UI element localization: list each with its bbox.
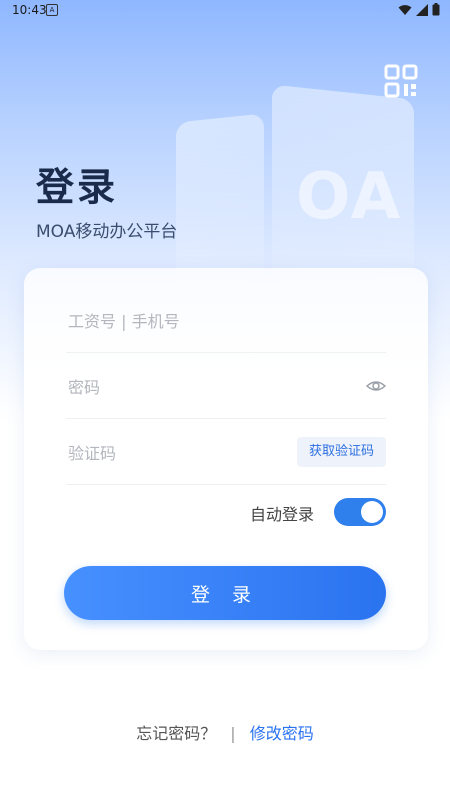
password-field-row xyxy=(66,354,386,420)
qr-code-icon xyxy=(384,64,418,98)
password-input[interactable] xyxy=(66,354,360,420)
decor-oa-text: OA xyxy=(296,160,403,234)
get-code-button[interactable]: 获取验证码 xyxy=(296,437,386,467)
status-time: 10:43 xyxy=(12,3,47,17)
page-title: 登录 xyxy=(36,165,119,209)
status-bar: 10:43 A xyxy=(0,0,450,22)
change-password-link[interactable]: 修改密码 xyxy=(250,724,314,743)
battery-icon xyxy=(432,3,440,16)
status-icons xyxy=(398,3,440,16)
code-field-row: 获取验证码 xyxy=(66,420,386,486)
decor-panel-left xyxy=(176,113,264,291)
toggle-knob xyxy=(361,501,383,523)
bottom-links: 忘记密码？ | 修改密码 xyxy=(0,720,450,744)
qr-code-button[interactable] xyxy=(384,64,418,98)
auto-login-label: 自动登录 xyxy=(250,505,315,524)
username-field-row xyxy=(66,288,386,354)
wifi-icon xyxy=(398,4,412,15)
notification-icon: A xyxy=(46,4,58,16)
username-input[interactable] xyxy=(66,288,360,354)
login-button[interactable]: 登 录 xyxy=(64,566,386,620)
login-card: 获取验证码 自动登录 登 录 xyxy=(24,268,428,650)
eye-icon[interactable] xyxy=(366,376,386,396)
page-subtitle: MOA移动办公平台 xyxy=(36,222,178,242)
signal-icon xyxy=(416,3,428,16)
link-divider: | xyxy=(230,724,236,743)
auto-login-toggle[interactable] xyxy=(334,498,386,526)
forgot-password-link[interactable]: 忘记密码？ xyxy=(136,724,216,743)
verification-code-input[interactable] xyxy=(66,420,280,486)
